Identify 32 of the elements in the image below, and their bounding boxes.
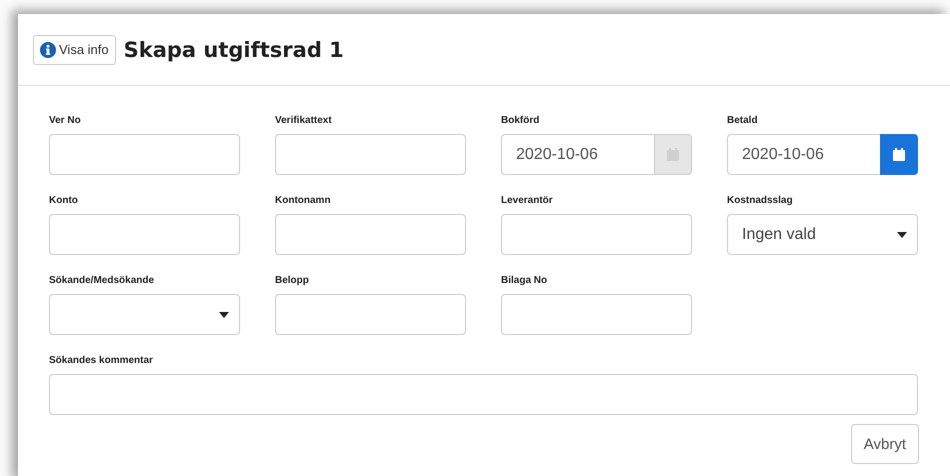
field-label: Belopp <box>275 274 310 288</box>
info-button[interactable]: Visa info <box>33 34 116 64</box>
info-icon <box>40 42 56 58</box>
comment-field[interactable] <box>49 374 918 415</box>
input-field[interactable] <box>501 294 692 335</box>
date-field[interactable]: 2020-10-06 <box>727 134 880 175</box>
field-label: Kontonamn <box>275 194 332 208</box>
field-label: Verifikattext <box>275 114 333 128</box>
input-field[interactable] <box>275 134 466 175</box>
input-field[interactable] <box>49 134 240 175</box>
input-field[interactable] <box>49 214 240 255</box>
field-label: Betald <box>727 114 759 128</box>
date-field[interactable]: 2020-10-06 <box>501 134 654 175</box>
input-field[interactable] <box>275 214 466 255</box>
field-label: Bilaga No <box>501 274 548 288</box>
field-label: Konto <box>49 194 79 208</box>
field-label: Kostnadsslag <box>727 194 794 208</box>
caret-icon <box>897 232 907 238</box>
field-label: Leverantör <box>501 194 554 208</box>
dialog-title: Skapa utgiftsrad 1 <box>124 38 344 62</box>
field-label: Ver No <box>49 114 82 128</box>
select-dropdown[interactable] <box>49 294 240 335</box>
calendar-icon <box>893 148 905 161</box>
field-label: Sökandes kommentar <box>49 354 154 368</box>
cancel-button[interactable]: Avbryt <box>850 424 919 464</box>
field-label: Sökande/Medsökande <box>49 274 156 288</box>
date-picker-button[interactable] <box>880 134 918 175</box>
input-field[interactable] <box>275 294 466 335</box>
caret-icon <box>219 312 229 318</box>
field-label: Bokförd <box>501 114 540 128</box>
input-field[interactable] <box>501 214 692 255</box>
select-dropdown[interactable]: Ingen vald <box>727 214 918 255</box>
